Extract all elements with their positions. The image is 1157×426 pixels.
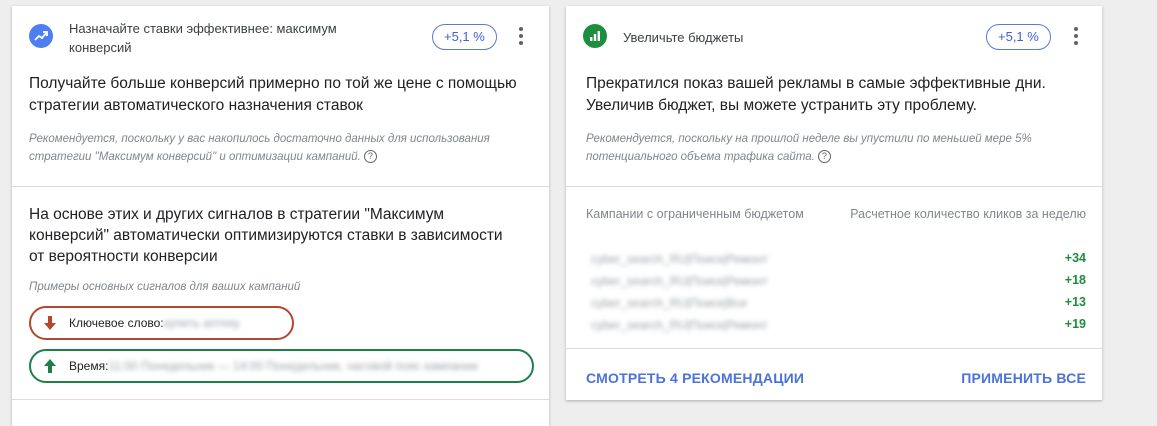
divider bbox=[12, 399, 549, 400]
signal-label: Ключевое слово: bbox=[69, 316, 164, 330]
signal-value: купить аптеку bbox=[163, 316, 240, 330]
arrow-down-icon bbox=[44, 316, 56, 330]
bar-chart-icon bbox=[583, 24, 607, 48]
view-recommendations-button[interactable]: СМОТРЕТЬ 4 РЕКОМЕНДАЦИИ bbox=[586, 370, 804, 386]
clicks-value: +19 bbox=[1064, 317, 1086, 331]
signal-chip-keyword[interactable]: Ключевое слово: купить аптеку bbox=[29, 306, 294, 340]
help-icon[interactable]: ? bbox=[363, 150, 377, 163]
card-header: Назначайте ставки эффективнее: максимум … bbox=[12, 6, 549, 66]
recommendation-reason: Рекомендуется, поскольку на прошлой неде… bbox=[586, 133, 1032, 163]
campaign-name: cyber_search_RU|Поиск|Ремонт bbox=[591, 274, 768, 288]
divider bbox=[566, 348, 1102, 349]
divider bbox=[12, 186, 549, 187]
recommendation-card-budget: Увеличьте бюджеты +5,1 % Прекратился пок… bbox=[566, 6, 1102, 400]
campaign-name: cyber_search_RU|Поиск|Ремонт bbox=[591, 318, 768, 332]
card-header: Увеличьте бюджеты +5,1 % bbox=[566, 6, 1102, 66]
arrow-up-icon bbox=[44, 359, 56, 373]
clicks-value: +13 bbox=[1064, 295, 1086, 309]
signal-label: Время: bbox=[69, 359, 109, 373]
uplift-badge: +5,1 % bbox=[986, 24, 1051, 50]
campaign-name: cyber_search_RU|Поиск|Все bbox=[591, 296, 748, 310]
signals-description: На основе этих и других сигналов в страт… bbox=[29, 206, 503, 265]
help-icon[interactable]: ? bbox=[817, 150, 831, 163]
uplift-badge: +5,1 % bbox=[432, 24, 497, 50]
signal-chip-time[interactable]: Время: 11:00 Понедельник — 14:00 Понедел… bbox=[29, 349, 534, 383]
card-headline: Получайте больше конверсий примерно по т… bbox=[29, 75, 517, 114]
apply-all-button[interactable]: ПРИМЕНИТЬ ВСЕ bbox=[961, 370, 1086, 386]
more-options-icon[interactable] bbox=[1071, 27, 1081, 47]
card-title: Увеличьте бюджеты bbox=[623, 30, 744, 45]
card-headline: Прекратился показ вашей рекламы в самые … bbox=[586, 75, 1046, 114]
signal-value: 11:00 Понедельник — 14:00 Понедельник, ч… bbox=[108, 359, 478, 373]
column-header-campaigns: Кампании с ограниченным бюджетом bbox=[586, 207, 804, 221]
divider bbox=[566, 186, 1102, 187]
clicks-value: +18 bbox=[1064, 273, 1086, 287]
signals-label: Примеры основных сигналов для ваших камп… bbox=[29, 281, 301, 293]
trending-up-icon bbox=[29, 24, 53, 48]
recommendation-card-max-conversions: Назначайте ставки эффективнее: максимум … bbox=[12, 6, 549, 426]
campaign-name: cyber_search_RU|Поиск|Ремонт bbox=[591, 252, 768, 266]
card-title: Назначайте ставки эффективнее: максимум … bbox=[69, 21, 337, 55]
recommendation-reason: Рекомендуется, поскольку у вас накопилос… bbox=[29, 133, 490, 163]
clicks-value: +34 bbox=[1064, 251, 1086, 265]
column-header-clicks: Расчетное количество кликов за неделю bbox=[850, 207, 1086, 221]
more-options-icon[interactable] bbox=[516, 27, 526, 47]
